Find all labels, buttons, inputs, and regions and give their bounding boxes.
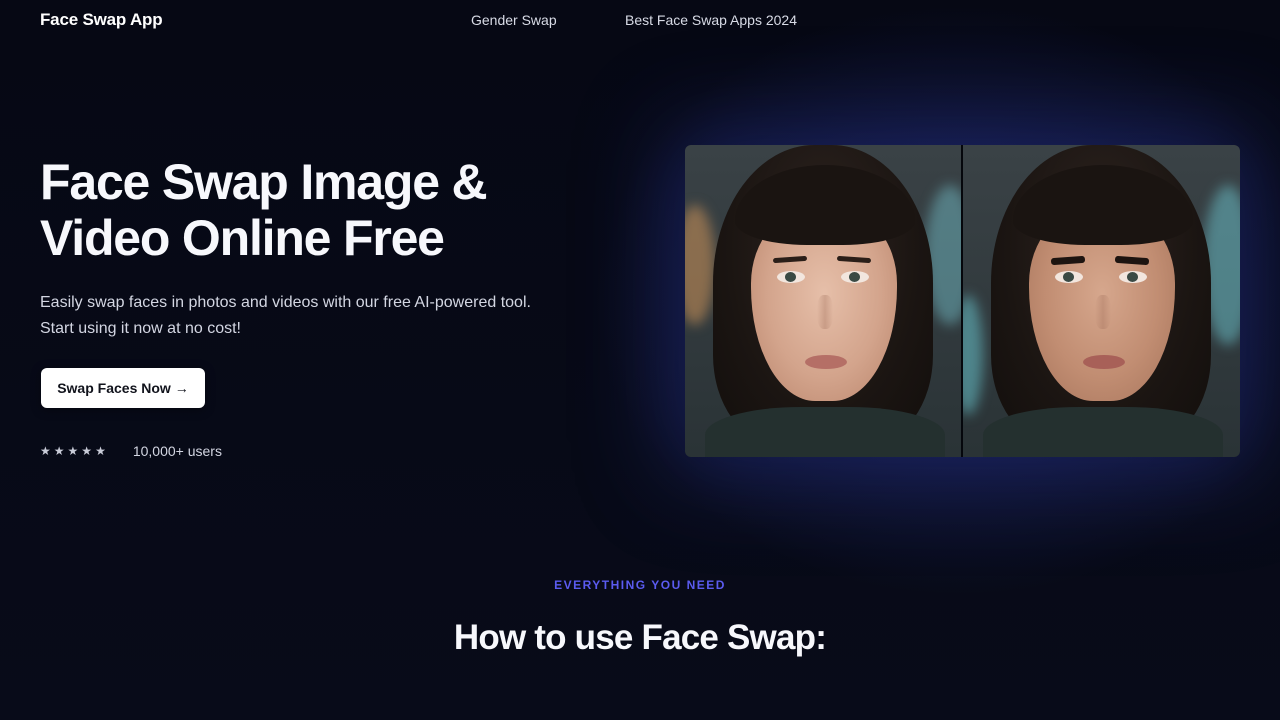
face-swap-comparison-image	[685, 145, 1240, 457]
section-title: How to use Face Swap:	[453, 618, 827, 657]
star-rating: ★ ★ ★ ★ ★	[40, 444, 106, 458]
nav-link-best-apps-2024[interactable]: Best Face Swap Apps 2024	[625, 12, 797, 28]
hero-description-line-1: Easily swap faces in photos and videos w…	[40, 294, 531, 311]
before-portrait-image	[685, 145, 961, 457]
user-rating: ★ ★ ★ ★ ★ 10,000+ users	[40, 443, 222, 459]
hero-title-line-1: Face Swap Image &	[40, 154, 488, 210]
hero-description: Easily swap faces in photos and videos w…	[40, 290, 600, 342]
hero-title: Face Swap Image & Video Online Free	[40, 154, 600, 266]
swap-faces-now-label: Swap Faces Now	[57, 380, 171, 396]
brand-logo[interactable]: Face Swap App	[40, 10, 163, 30]
section-eyebrow: EVERYTHING YOU NEED	[554, 578, 726, 592]
star-icon: ★	[81, 444, 93, 458]
after-portrait-image	[962, 145, 1240, 457]
hero-description-line-2: Start using it now at no cost!	[40, 320, 241, 337]
swap-faces-now-button[interactable]: Swap Faces Now →	[41, 368, 205, 408]
hero-title-line-2: Video Online Free	[40, 210, 445, 266]
star-icon: ★	[95, 444, 106, 458]
page: Face Swap App Gender Swap Best Face Swap…	[0, 0, 1280, 720]
users-count: 10,000+ users	[132, 443, 222, 459]
star-icon: ★	[40, 444, 51, 458]
star-icon: ★	[67, 444, 79, 458]
star-icon: ★	[53, 444, 65, 458]
arrow-right-icon: →	[174, 380, 189, 396]
nav-link-gender-swap[interactable]: Gender Swap	[471, 12, 557, 28]
